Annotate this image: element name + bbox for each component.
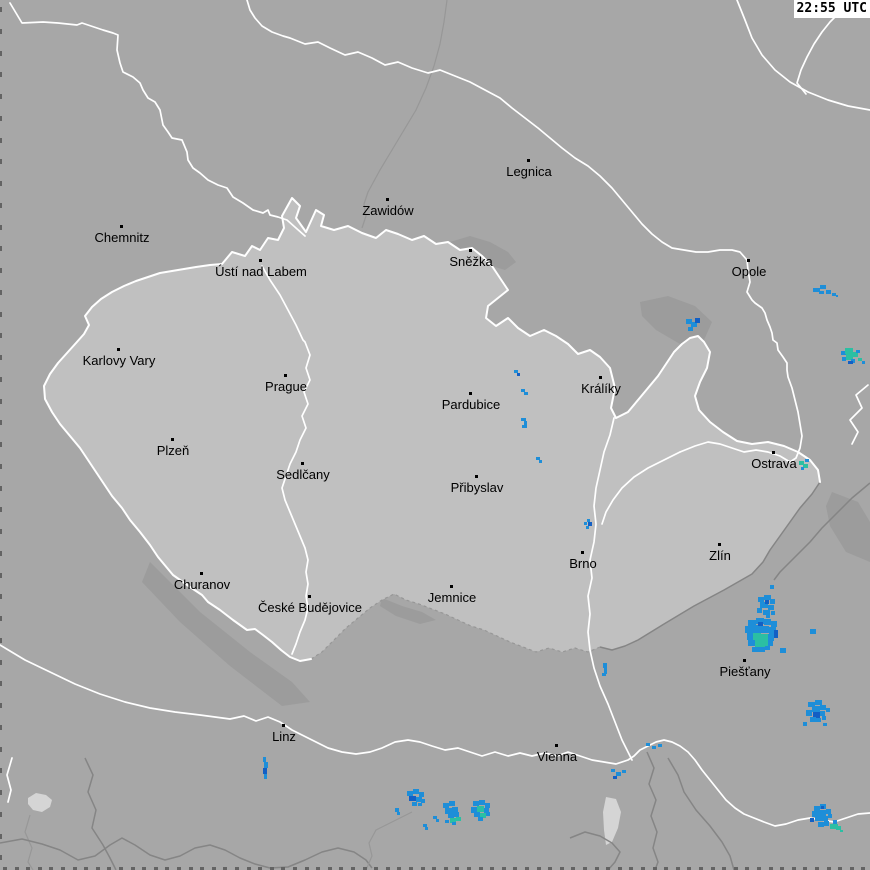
city-label: Sněžka	[449, 254, 493, 269]
city-label: Jemnice	[427, 590, 477, 605]
city-dot-icon	[450, 585, 453, 588]
city-dot-icon	[117, 348, 120, 351]
city-dot-icon	[747, 259, 750, 262]
timestamp-badge: 22:55 UTC	[793, 0, 870, 18]
city-label: Legnica	[506, 164, 552, 179]
city-label: Karlovy Vary	[82, 353, 156, 368]
city-label: Sedlčany	[276, 467, 330, 482]
city-dot-icon	[282, 724, 285, 727]
city-label: Brno	[569, 556, 597, 571]
lakes	[28, 793, 621, 845]
city-label: Churanov	[173, 577, 231, 592]
city-label: Přibyslav	[450, 480, 504, 495]
city-dot-icon	[301, 462, 304, 465]
city-label: Prague	[265, 379, 307, 394]
city-label: České Budějovice	[257, 600, 363, 615]
city-dot-icon	[718, 543, 721, 546]
city-dot-icon	[200, 572, 203, 575]
city-label: Piešťany	[719, 664, 771, 679]
city-label: Zawidów	[362, 203, 414, 218]
city-label: Pardubice	[441, 397, 501, 412]
city-dot-icon	[469, 392, 472, 395]
city-label: Králíky	[581, 381, 621, 396]
city-label: Zlín	[709, 548, 731, 563]
city-dot-icon	[475, 475, 478, 478]
city-dot-icon	[259, 259, 262, 262]
city-dot-icon	[527, 159, 530, 162]
city-label: Chemnitz	[94, 230, 150, 245]
city-label: Plzeň	[156, 443, 190, 458]
city-dot-icon	[599, 376, 602, 379]
city-dot-icon	[772, 451, 775, 454]
city-label: Ostrava	[751, 456, 797, 471]
city-dot-icon	[120, 225, 123, 228]
city-label: Vienna	[536, 749, 578, 764]
city-label: Opole	[731, 264, 767, 279]
map-image	[0, 0, 870, 870]
city-dot-icon	[469, 249, 472, 252]
city-dot-icon	[171, 438, 174, 441]
city-label: Linz	[272, 729, 296, 744]
city-dot-icon	[581, 551, 584, 554]
city-dot-icon	[386, 198, 389, 201]
city-dot-icon	[308, 595, 311, 598]
weather-radar-map: Chemnitz Ústí nad Labem Zawidów Sněžka Legni…	[0, 0, 870, 870]
city-dot-icon	[555, 744, 558, 747]
city-label: Ústí nad Labem	[215, 264, 307, 279]
city-dot-icon	[284, 374, 287, 377]
city-dot-icon	[743, 659, 746, 662]
